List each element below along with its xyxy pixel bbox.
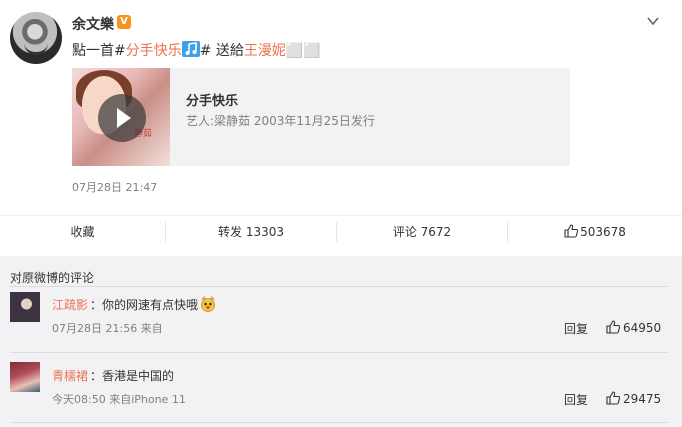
comment-like-count: 29475 bbox=[623, 392, 662, 406]
music-card[interactable]: 靜茹 分手快乐 艺人:梁静茹 2003年11月25日发行 bbox=[72, 68, 570, 166]
weibo-post-card: 余文樂 V 點一首#分手快乐 # 送給王漫妮⬜⬜ 靜茹 分手快乐 艺人:梁静茹 2… bbox=[0, 0, 682, 212]
post-text-suffix: ⬜⬜ bbox=[285, 43, 321, 59]
post-text: 點一首#分手快乐 # 送給王漫妮⬜⬜ bbox=[72, 40, 321, 60]
verified-badge-icon: V bbox=[117, 15, 131, 29]
comments-section-title: 对原微博的评论 bbox=[10, 271, 95, 285]
comment-like-count: 64950 bbox=[623, 321, 662, 335]
divider bbox=[10, 286, 668, 287]
action-bar: 收藏 转发 13303 评论 7672 503678 bbox=[0, 215, 682, 247]
thumbs-up-icon bbox=[606, 320, 620, 334]
repost-label: 转发 13303 bbox=[218, 225, 284, 239]
favorite-label: 收藏 bbox=[70, 225, 95, 239]
comment-text: ：香港是中国的 bbox=[90, 369, 175, 383]
user-avatar[interactable] bbox=[10, 12, 62, 64]
commenter-name[interactable]: 江疏影 bbox=[52, 296, 88, 313]
thumbs-up-icon bbox=[606, 391, 620, 405]
repost-button[interactable]: 转发 13303 bbox=[166, 216, 336, 248]
cat-face-icon bbox=[201, 296, 215, 312]
comment-like-button[interactable]: 29475 bbox=[606, 391, 661, 406]
reply-button[interactable]: 回复 bbox=[564, 320, 588, 337]
play-icon[interactable] bbox=[98, 94, 146, 142]
comment-content: 你的网速有点快哦 bbox=[102, 298, 199, 312]
song-title[interactable]: 分手快乐 bbox=[186, 90, 238, 109]
post-text-prefix: 點一首# bbox=[72, 43, 126, 59]
hashtag-link[interactable]: 分手快乐 bbox=[126, 43, 182, 59]
music-note-icon bbox=[181, 41, 200, 57]
comment-label: 评论 7672 bbox=[392, 225, 452, 239]
commenter-avatar[interactable] bbox=[10, 362, 40, 392]
chevron-down-icon[interactable] bbox=[646, 14, 660, 28]
comment-text: ：你的网速有点快哦 bbox=[90, 296, 216, 313]
reply-button[interactable]: 回复 bbox=[564, 391, 588, 408]
post-timestamp[interactable]: 07月28日 21:47 bbox=[72, 179, 157, 195]
post-text-middle: # 送給 bbox=[199, 43, 244, 59]
commenter-avatar[interactable] bbox=[10, 292, 40, 322]
album-cover[interactable]: 靜茹 bbox=[72, 68, 170, 166]
comment-meta: 今天08:50 来自iPhone 11 bbox=[52, 393, 186, 406]
song-meta: 艺人:梁静茹 2003年11月25日发行 bbox=[186, 114, 375, 128]
favorite-button[interactable]: 收藏 bbox=[0, 216, 165, 248]
mention-link[interactable]: 王漫妮 bbox=[244, 43, 286, 59]
thumbs-up-icon bbox=[564, 224, 579, 238]
comment-meta: 07月28日 21:56 来自 bbox=[52, 322, 163, 335]
divider bbox=[10, 352, 668, 353]
comment-content: 香港是中国的 bbox=[102, 369, 175, 383]
comment-button[interactable]: 评论 7672 bbox=[337, 216, 507, 248]
comments-panel: 对原微博的评论 江疏影 ：你的网速有点快哦 07月28日 21:56 来自 回复… bbox=[0, 256, 682, 427]
commenter-name[interactable]: 青檽裙 bbox=[52, 367, 88, 384]
like-button[interactable]: 503678 bbox=[508, 216, 682, 248]
post-username[interactable]: 余文樂 bbox=[72, 14, 114, 34]
comment-like-button[interactable]: 64950 bbox=[606, 320, 661, 335]
divider bbox=[10, 422, 668, 423]
like-count: 503678 bbox=[580, 225, 626, 239]
